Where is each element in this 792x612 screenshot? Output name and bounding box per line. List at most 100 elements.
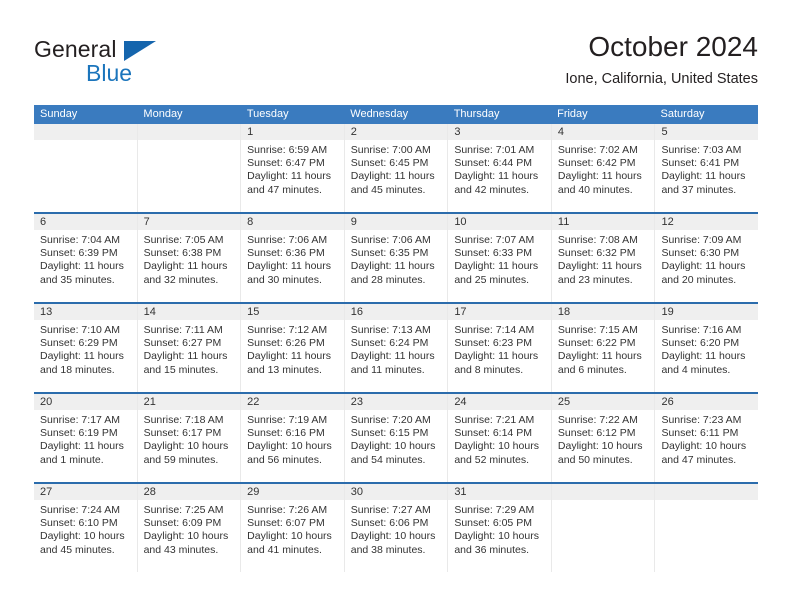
sunrise-text: Sunrise: 7:22 AM <box>557 414 638 426</box>
sunset-text: Sunset: 6:09 PM <box>143 517 222 530</box>
day-number: 27 <box>34 484 137 500</box>
sunset-text: Sunset: 6:32 PM <box>557 247 636 260</box>
daylight-text: and 40 minutes. <box>557 183 633 196</box>
day-details: Sunrise: 7:02 AM Sunset: 6:42 PM Daylight:… <box>552 140 655 197</box>
general-blue-logo: General Blue <box>34 36 234 92</box>
daylight-text: and 37 minutes. <box>661 183 737 196</box>
daylight-text: Daylight: 10 hours <box>247 530 332 543</box>
day-details: Sunrise: 7:14 AM Sunset: 6:23 PM Daylight:… <box>448 320 551 377</box>
daylight-text: Daylight: 11 hours <box>40 260 124 273</box>
week-cells: 6 Sunrise: 7:04 AM Sunset: 6:39 PM Daylight… <box>34 214 759 302</box>
sunrise-text: Sunrise: 7:19 AM <box>247 414 328 426</box>
sunrise-text: Sunrise: 7:21 AM <box>454 414 535 426</box>
day-cell[interactable]: 4 Sunrise: 7:02 AM Sunset: 6:42 PM Daylight… <box>551 124 656 212</box>
day-cell[interactable]: 17 Sunrise: 7:14 AM Sunset: 6:23 PM Dayligh… <box>448 304 552 392</box>
day-details: Sunrise: 7:16 AM Sunset: 6:20 PM Daylight:… <box>655 320 758 377</box>
daylight-text: Daylight: 11 hours <box>557 170 642 183</box>
day-cell[interactable]: 6 Sunrise: 7:04 AM Sunset: 6:39 PM Daylight… <box>34 214 138 302</box>
day-number: 30 <box>344 484 448 500</box>
sunrise-text: Sunrise: 6:59 AM <box>247 144 328 156</box>
daylight-text: and 54 minutes. <box>350 453 426 466</box>
day-cell[interactable]: 28 Sunrise: 7:25 AM Sunset: 6:09 PM Dayligh… <box>137 484 242 572</box>
sunset-text: Sunset: 6:16 PM <box>247 427 325 440</box>
day-details: Sunrise: 6:59 AM Sunset: 6:47 PM Daylight:… <box>241 140 344 197</box>
day-cell[interactable]: 18 Sunrise: 7:15 AM Sunset: 6:22 PM Dayligh… <box>551 304 656 392</box>
day-details: Sunrise: 7:18 AM Sunset: 6:17 PM Daylight:… <box>138 410 241 467</box>
weekday-header-row: Sunday Monday Tuesday Wednesday Thursday Frid… <box>34 105 758 124</box>
sunset-text: Sunset: 6:15 PM <box>350 427 429 440</box>
sunset-text: Sunset: 6:45 PM <box>350 157 429 170</box>
day-number: 4 <box>551 124 655 140</box>
day-cell[interactable]: 30 Sunrise: 7:27 AM Sunset: 6:06 PM Dayligh… <box>344 484 449 572</box>
sunset-text: Sunset: 6:14 PM <box>454 427 532 440</box>
day-cell[interactable]: 13 Sunrise: 7:10 AM Sunset: 6:29 PM Dayligh… <box>34 304 138 392</box>
day-details: Sunrise: 7:22 AM Sunset: 6:12 PM Daylight:… <box>552 410 655 467</box>
daylight-text: Daylight: 10 hours <box>350 530 436 543</box>
day-cell[interactable]: 2 Sunrise: 7:00 AM Sunset: 6:45 PM Daylight… <box>344 124 449 212</box>
day-cell[interactable]: 7 Sunrise: 7:05 AM Sunset: 6:38 PM Daylight… <box>137 214 242 302</box>
day-number: 10 <box>448 214 551 230</box>
sunrise-text: Sunrise: 7:06 AM <box>350 234 431 246</box>
day-cell[interactable]: 1 Sunrise: 6:59 AM Sunset: 6:47 PM Daylight… <box>241 124 345 212</box>
daylight-text: Daylight: 10 hours <box>40 530 125 543</box>
day-details: Sunrise: 7:06 AM Sunset: 6:35 PM Daylight:… <box>345 230 448 287</box>
day-cell[interactable]: 20 Sunrise: 7:17 AM Sunset: 6:19 PM Dayligh… <box>34 394 138 482</box>
sunrise-text: Sunrise: 7:04 AM <box>40 234 120 246</box>
day-cell[interactable]: 11 Sunrise: 7:08 AM Sunset: 6:32 PM Dayligh… <box>551 214 656 302</box>
weekday-header-saturday: Saturday <box>660 108 705 120</box>
daylight-text: Daylight: 11 hours <box>454 350 539 363</box>
daylight-text: Daylight: 10 hours <box>350 440 436 453</box>
day-cell[interactable]: 9 Sunrise: 7:06 AM Sunset: 6:35 PM Daylight… <box>344 214 449 302</box>
day-number: 20 <box>34 394 137 410</box>
daylight-text: and 45 minutes. <box>350 183 426 196</box>
daylight-text: and 47 minutes. <box>661 453 737 466</box>
day-cell[interactable]: 26 Sunrise: 7:23 AM Sunset: 6:11 PM Dayligh… <box>655 394 759 482</box>
day-number: 3 <box>448 124 551 140</box>
day-cell[interactable]: 10 Sunrise: 7:07 AM Sunset: 6:33 PM Dayligh… <box>448 214 552 302</box>
day-number: 25 <box>551 394 655 410</box>
day-number: 2 <box>344 124 448 140</box>
day-details: Sunrise: 7:03 AM Sunset: 6:41 PM Daylight:… <box>655 140 758 197</box>
sunrise-text: Sunrise: 7:14 AM <box>454 324 535 336</box>
day-cell[interactable]: 29 Sunrise: 7:26 AM Sunset: 6:07 PM Dayligh… <box>241 484 345 572</box>
day-cell[interactable]: 19 Sunrise: 7:16 AM Sunset: 6:20 PM Dayligh… <box>655 304 759 392</box>
day-cell[interactable]: 25 Sunrise: 7:22 AM Sunset: 6:12 PM Dayligh… <box>551 394 656 482</box>
sunrise-text: Sunrise: 7:17 AM <box>40 414 120 426</box>
calendar-week-row: 13 Sunrise: 7:10 AM Sunset: 6:29 PM Dayligh… <box>34 302 759 392</box>
daylight-text: and 47 minutes. <box>247 183 322 196</box>
day-cell[interactable]: 16 Sunrise: 7:13 AM Sunset: 6:24 PM Dayligh… <box>344 304 449 392</box>
daylight-text: and 38 minutes. <box>350 543 426 556</box>
week-cells: 1 Sunrise: 6:59 AM Sunset: 6:47 PM Daylight… <box>34 124 759 212</box>
sunrise-text: Sunrise: 7:20 AM <box>350 414 431 426</box>
day-number: 11 <box>551 214 655 230</box>
day-details: Sunrise: 7:09 AM Sunset: 6:30 PM Daylight:… <box>655 230 758 287</box>
day-cell[interactable]: 15 Sunrise: 7:12 AM Sunset: 6:26 PM Dayligh… <box>241 304 345 392</box>
day-number: 19 <box>655 304 759 320</box>
daylight-text: and 59 minutes. <box>143 453 219 466</box>
sunrise-text: Sunrise: 7:29 AM <box>454 504 535 516</box>
day-cell[interactable]: 21 Sunrise: 7:18 AM Sunset: 6:17 PM Dayligh… <box>137 394 242 482</box>
page-subtitle-location: Ione, California, United States <box>565 71 758 87</box>
day-cell[interactable]: 31 Sunrise: 7:29 AM Sunset: 6:05 PM Dayligh… <box>448 484 552 572</box>
day-number: 18 <box>551 304 655 320</box>
day-number: 5 <box>655 124 759 140</box>
daylight-text: Daylight: 11 hours <box>661 260 746 273</box>
day-cell-empty <box>34 124 138 212</box>
daylight-text: and 43 minutes. <box>143 543 219 556</box>
sunrise-text: Sunrise: 7:27 AM <box>350 504 431 516</box>
day-cell[interactable]: 14 Sunrise: 7:11 AM Sunset: 6:27 PM Dayligh… <box>137 304 242 392</box>
day-cell[interactable]: 23 Sunrise: 7:20 AM Sunset: 6:15 PM Dayligh… <box>344 394 449 482</box>
day-cell[interactable]: 3 Sunrise: 7:01 AM Sunset: 6:44 PM Daylight… <box>448 124 552 212</box>
day-number <box>655 484 759 500</box>
sunrise-text: Sunrise: 7:02 AM <box>557 144 638 156</box>
day-cell[interactable]: 27 Sunrise: 7:24 AM Sunset: 6:10 PM Dayligh… <box>34 484 138 572</box>
day-cell[interactable]: 5 Sunrise: 7:03 AM Sunset: 6:41 PM Daylight… <box>655 124 759 212</box>
day-cell[interactable]: 8 Sunrise: 7:06 AM Sunset: 6:36 PM Daylight… <box>241 214 345 302</box>
daylight-text: Daylight: 11 hours <box>40 350 124 363</box>
day-cell[interactable]: 22 Sunrise: 7:19 AM Sunset: 6:16 PM Dayligh… <box>241 394 345 482</box>
day-cell[interactable]: 24 Sunrise: 7:21 AM Sunset: 6:14 PM Dayligh… <box>448 394 552 482</box>
day-cell[interactable]: 12 Sunrise: 7:09 AM Sunset: 6:30 PM Dayligh… <box>655 214 759 302</box>
sunset-text: Sunset: 6:47 PM <box>247 157 325 170</box>
day-cell-empty <box>551 484 656 572</box>
day-details: Sunrise: 7:26 AM Sunset: 6:07 PM Daylight:… <box>241 500 344 557</box>
